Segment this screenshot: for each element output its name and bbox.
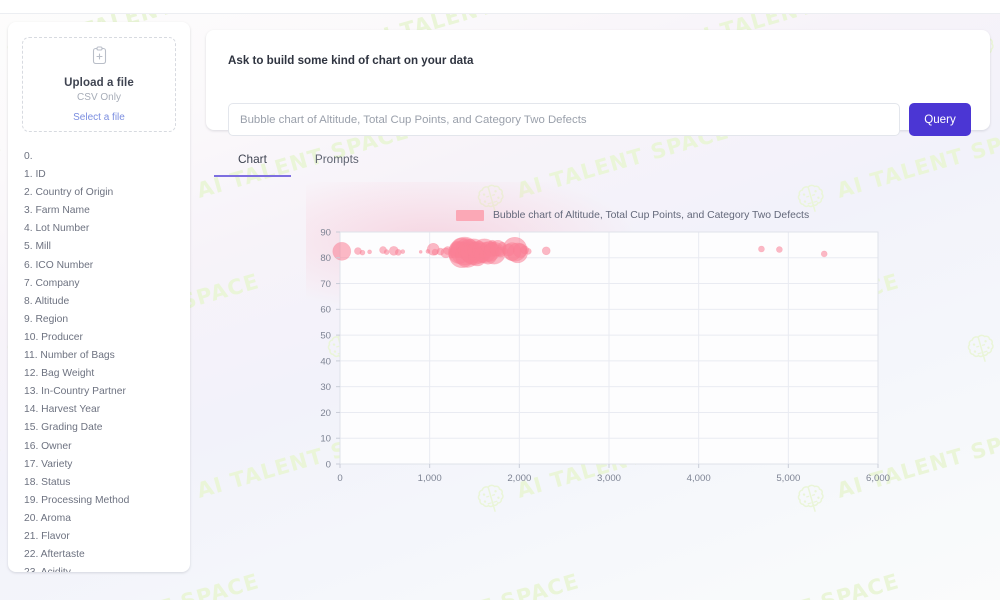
column-list-item: 14. Harvest Year [24,404,101,416]
bubble-point [394,249,402,256]
column-list-item: 20. Aroma [24,512,71,524]
y-tick-label: 50 [320,331,331,342]
app-root: AI TALENT SPACE AI TALENT SPACE TALENT A… [0,0,1000,600]
bubble-point [541,246,551,256]
bubble-point [758,245,765,253]
y-tick-label: 90 [320,227,331,238]
column-list-item: 10. Producer [24,331,83,343]
y-tick-label: 60 [320,305,331,316]
y-tick-label: 0 [326,459,331,470]
query-card: Ask to build some kind of chart on your … [206,30,990,136]
column-list-item: 17. Variety [24,458,73,470]
bubble-point [524,248,532,255]
column-list-item: 8. Altitude [24,295,70,307]
watermark-item: AI TALENT SPACE [640,564,903,600]
bubble-chart-plot: 0 10 20 30 40 50 60 70 80 90 0 1,000 2,000 3,000 4,000… [320,227,890,484]
column-list-item: 22. Aftertaste [24,549,85,561]
y-tick-label: 30 [320,382,331,393]
column-list-item: 7. Company [24,277,80,289]
legend-swatch [456,210,484,221]
column-list-item: 19. Processing Method [24,494,130,506]
column-list-item: 2. Country of Origin [24,187,114,199]
x-tick-label: 4,000 [687,473,711,484]
column-list-item: 6. ICO Number [24,259,94,271]
column-list-item: 1. ID [24,169,46,181]
upload-title: Upload a file [64,77,134,89]
tab-chart[interactable]: Chart [214,148,291,177]
column-list: 0. 1. ID 2. Country of Origin 3. Farm Name 4… [8,148,190,572]
chart-container: Bubble chart of Altitude, Total Cup Poin… [206,182,996,496]
watermark-text: AI TALENT SPACE [684,569,902,600]
y-tick-label: 40 [320,356,331,367]
query-label: Ask to build some kind of chart on your … [228,54,474,67]
sidebar-panel: Upload a file CSV Only Select a file 0. 1… [8,22,190,572]
x-tick-label: 3,000 [597,473,621,484]
query-button[interactable]: Query [909,103,971,136]
tab-prompts[interactable]: Prompts [291,148,383,177]
column-list-item: 3. Farm Name [24,205,90,217]
column-list-item: 4. Lot Number [24,223,90,235]
upload-subtitle: CSV Only [77,92,121,103]
chart-legend: Bubble chart of Altitude, Total Cup Poin… [456,210,809,221]
bubble-point [418,250,423,254]
column-list-item: 11. Number of Bags [24,350,115,362]
column-list-item: 15. Grading Date [24,422,103,434]
query-input[interactable] [228,103,900,136]
column-list-item: 12. Bag Weight [24,368,95,380]
column-list-item: 16. Owner [24,440,72,452]
top-strip [0,0,1000,14]
column-list-item: 0. [24,151,33,162]
tab-bar: Chart Prompts [214,148,383,177]
x-tick-label: 1,000 [418,473,442,484]
y-tick-label: 70 [320,279,331,290]
bubble-point [400,249,406,254]
x-tick-label: 6,000 [866,473,890,484]
bubble-point [367,249,372,255]
watermark-item: AI TALENT SPACE [320,564,583,600]
column-list-item: 21. Flavor [24,530,70,542]
x-tick-label: 0 [337,473,342,484]
select-a-file-link[interactable]: Select a file [73,112,125,123]
bubble-point [776,246,783,253]
column-list-item: 13. In-Country Partner [24,386,126,398]
watermark-item: AI TALENT SPACE [960,564,1000,600]
x-tick-label: 2,000 [507,473,531,484]
bubble-point [820,250,828,258]
y-tick-label: 20 [320,408,331,419]
y-tick-label: 10 [320,434,331,445]
column-list-item: 9. Region [24,313,69,325]
watermark-text: AI TALENT SPACE [364,569,582,600]
bubble-point [383,249,390,255]
y-tick-label: 80 [320,253,331,264]
bubble-point [332,242,352,261]
column-list-item: 5. Mill [24,241,51,253]
upload-dropzone[interactable]: Upload a file CSV Only Select a file [22,37,176,132]
file-add-icon [91,46,108,71]
legend-label: Bubble chart of Altitude, Total Cup Poin… [493,210,810,221]
bubble-point [359,249,366,256]
column-list-item: 23. Acidity [24,564,180,572]
x-tick-label: 5,000 [776,473,800,484]
watermark-text: AI TALENT SPACE [44,569,262,600]
column-list-item: 18. Status [24,476,71,488]
